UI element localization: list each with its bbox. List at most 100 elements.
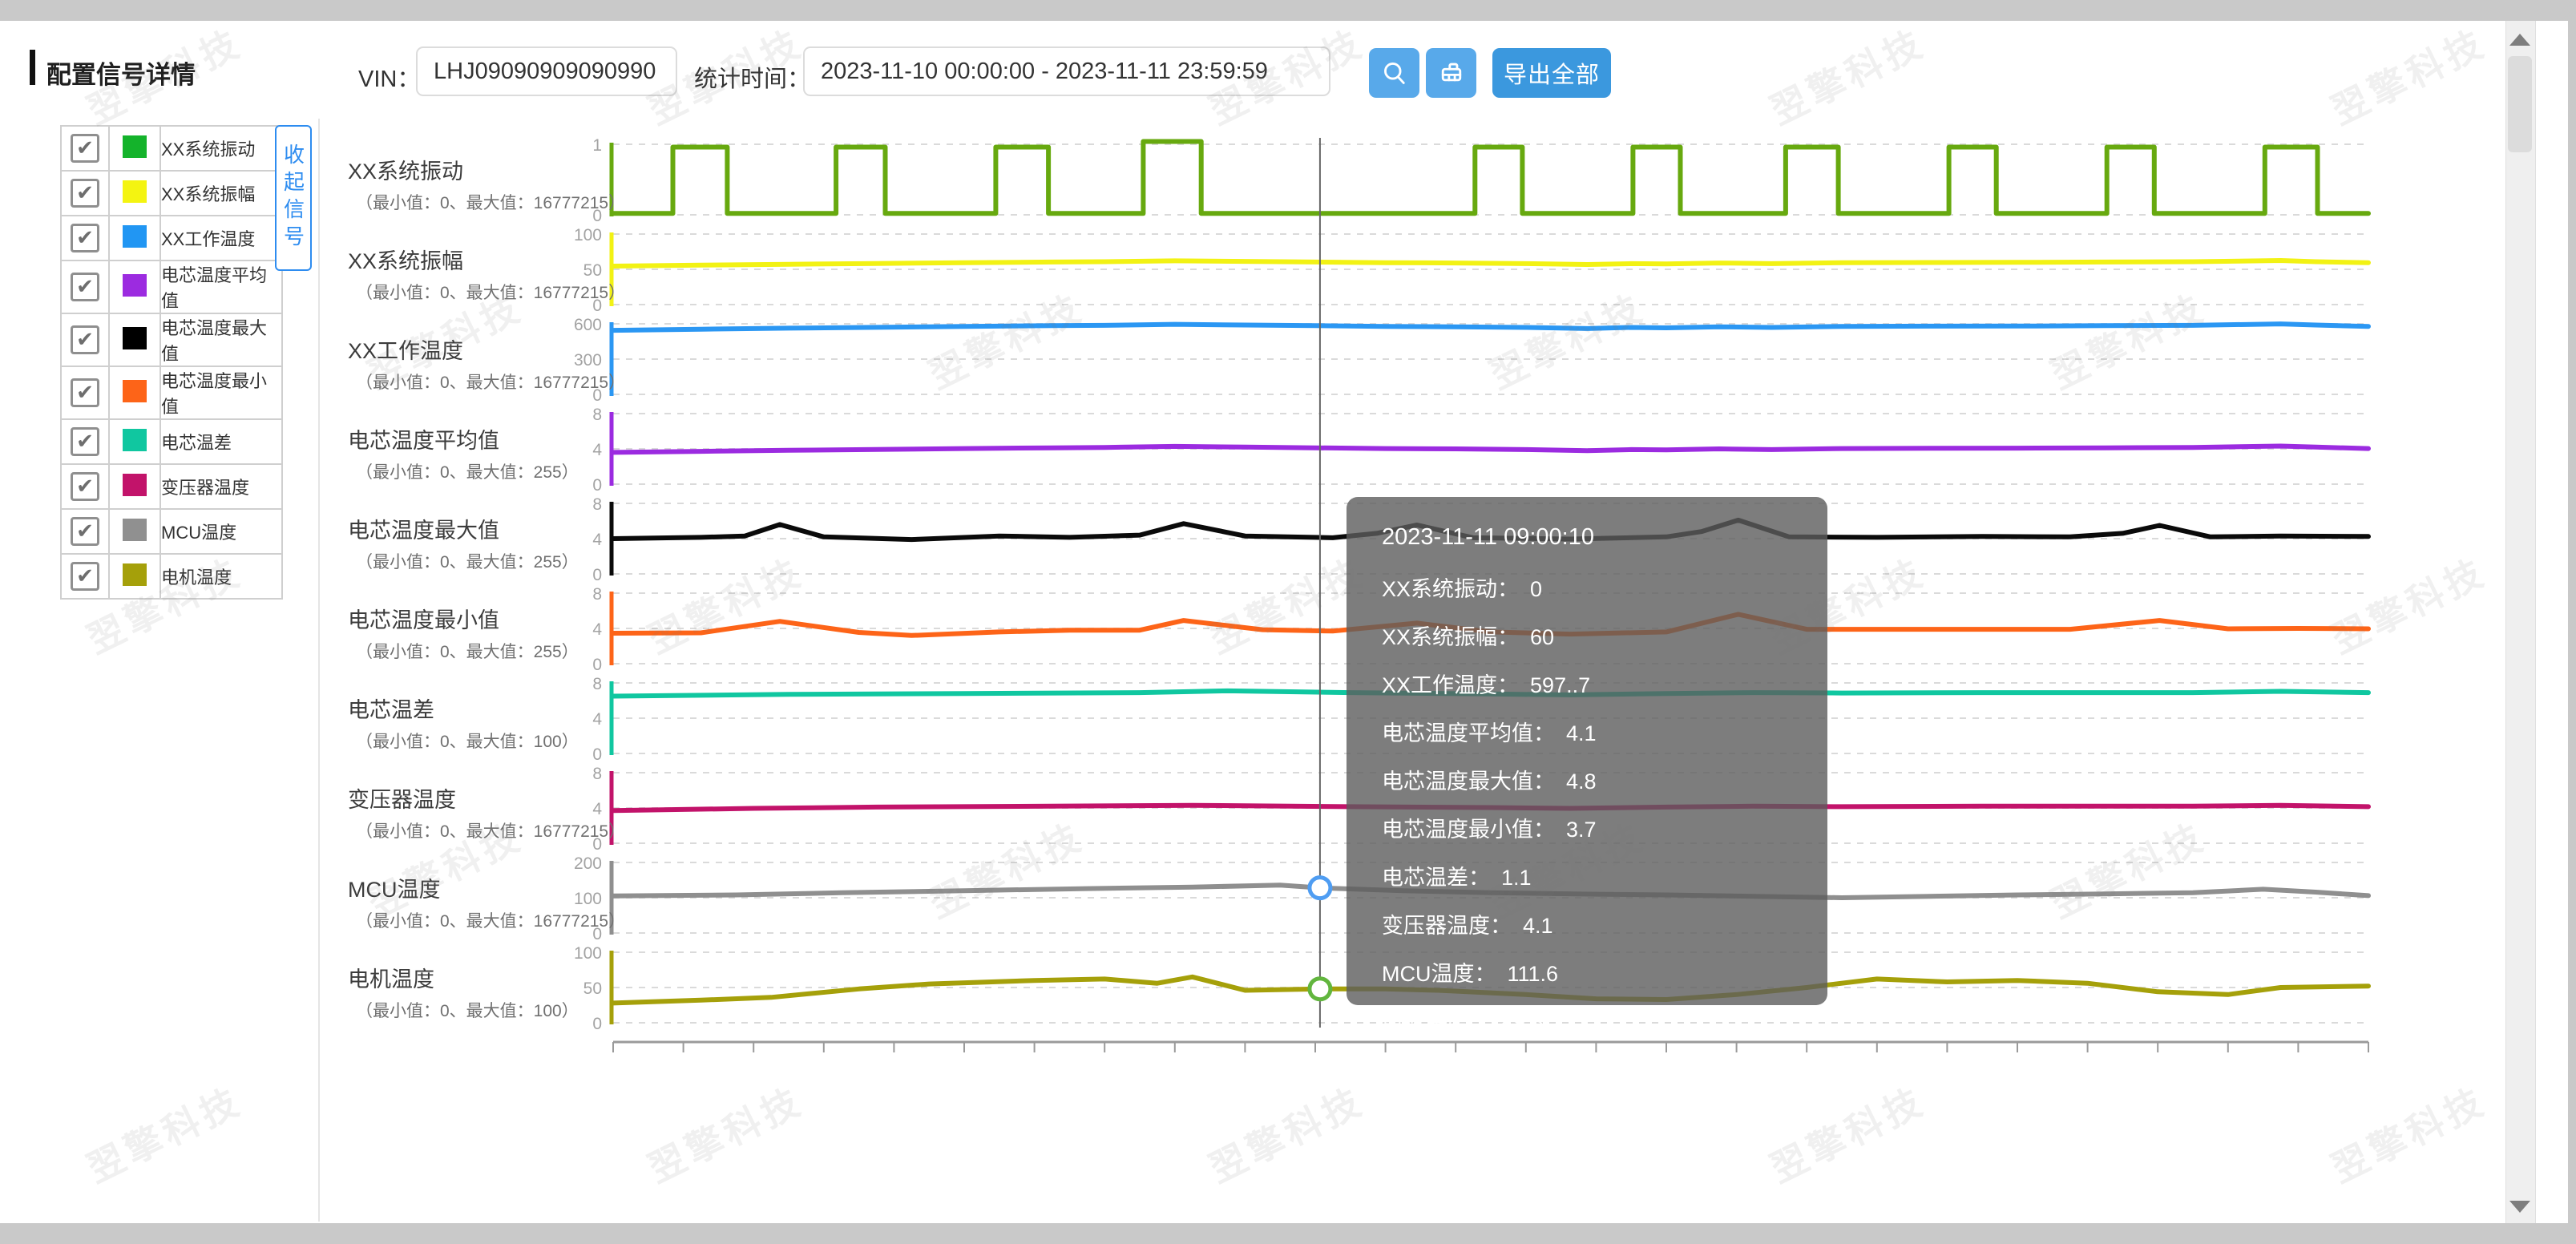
signal-checkbox[interactable]: ✔ (71, 224, 99, 252)
chart-row-label: 电芯温差（最小值：0、最大值：100） (348, 693, 612, 753)
signal-color-swatch (123, 180, 147, 203)
axis-tick-label: 1 (592, 136, 602, 155)
axis-tick-label: 600 (574, 316, 602, 334)
tooltip-row: 电芯温度最小值： 3.7 (1382, 812, 1792, 843)
axis-tick-label: 8 (592, 406, 602, 424)
chart-title: 电芯温度平均值 (348, 423, 612, 454)
check-icon: ✔ (76, 137, 94, 158)
axis-tick-label: 200 (574, 854, 602, 873)
chart-range-note: （最小值：0、最大值：100） (348, 998, 612, 1022)
check-icon: ✔ (76, 430, 94, 451)
check-icon: ✔ (76, 520, 94, 541)
signal-checkbox[interactable]: ✔ (71, 179, 99, 208)
series-line (613, 142, 2368, 214)
chart-title: 电芯温度最大值 (348, 513, 612, 544)
window-top-edge (0, 0, 2576, 21)
tooltip-label: 电芯温度最大值： (1382, 769, 1555, 794)
tooltip-value: 60 (1530, 625, 1554, 649)
chart-row-label: 电芯温度平均值（最小值：0、最大值：255） (348, 423, 612, 483)
signal-row: ✔ 电芯温度最大值 (61, 313, 282, 366)
tooltip-row: 变压器温度：4.1 (1382, 908, 1792, 939)
tooltip-label: XX系统振幅： (1382, 625, 1519, 649)
check-icon: ✔ (76, 276, 94, 297)
tooltip-row: MCU温度：111.6 (1382, 956, 1792, 988)
chart-title: XX工作温度 (348, 333, 612, 365)
chart-range-note: （最小值：0、最大值：16777215） (348, 370, 612, 394)
signal-row: ✔ 电芯温差 (61, 419, 282, 464)
signal-name: 变压器温度 (160, 464, 282, 509)
signal-checkbox[interactable]: ✔ (71, 427, 99, 456)
chart-row-label: 电芯温度最小值 （最小值：0、最大值：255） (348, 603, 612, 663)
axis-tick-label: 8 (592, 495, 602, 514)
signal-checkbox[interactable]: ✔ (71, 325, 99, 354)
signal-checkbox[interactable]: ✔ (71, 273, 99, 301)
signal-name: 电芯温度平均值 (160, 261, 282, 313)
hover-marker-ring (1310, 979, 1330, 1000)
tooltip-row: XX工作温度：597..7 (1382, 668, 1792, 699)
chart-range-note: （最小值：0、最大值：100） (348, 729, 612, 753)
signal-checkbox[interactable]: ✔ (71, 472, 99, 501)
tooltip-value: 3.7 (1566, 818, 1597, 842)
signal-name: XX系统振幅 (160, 171, 282, 216)
signal-color-swatch (123, 474, 147, 496)
tooltip-value: 4.8 (1566, 769, 1597, 794)
tooltip-timestamp: 2023-11-11 09:00:10 (1382, 524, 1792, 551)
chart-range-note: （最小值：0、最大值：255） (348, 639, 612, 663)
scroll-down-arrow-icon[interactable] (2509, 1201, 2530, 1213)
axis-tick-label: 8 (592, 675, 602, 693)
vertical-scrollbar[interactable] (2505, 21, 2536, 1223)
tooltip-row: 电芯温度最大值： 4.8 (1382, 764, 1792, 795)
chart-range-note: （最小值：0、最大值：16777215） (348, 280, 612, 304)
signal-name: MCU温度 (160, 509, 282, 554)
signal-color-swatch (123, 327, 147, 349)
tooltip-value: 49.8 (1501, 1010, 1544, 1034)
check-icon: ✔ (76, 382, 94, 402)
window-bottom-edge (0, 1223, 2576, 1244)
chart-title: MCU温度 (348, 872, 612, 903)
chart-row-label: XX系统振幅（最小值：0、最大值：16777215） (348, 244, 612, 304)
tooltip-value: 1.1 (1501, 866, 1532, 890)
signal-checkbox[interactable]: ✔ (71, 517, 99, 546)
check-icon: ✔ (76, 475, 94, 496)
check-icon: ✔ (76, 227, 94, 248)
tooltip-row: XX系统振动：0 (1382, 572, 1792, 603)
series-line (613, 324, 2368, 330)
signal-name: XX系统振动 (160, 126, 282, 171)
signal-checkbox[interactable]: ✔ (71, 562, 99, 591)
signal-color-swatch (123, 135, 147, 158)
tooltip-label: 电机温度： (1382, 1010, 1490, 1034)
collapse-signals-button[interactable]: 收起信号 (275, 125, 312, 271)
tooltip-value: 597..7 (1530, 673, 1590, 697)
signal-name: 电芯温度最小值 (160, 366, 282, 419)
check-icon: ✔ (76, 565, 94, 586)
axis-tick-label: 100 (574, 944, 602, 963)
axis-tick-label: 100 (574, 226, 602, 244)
signal-name: 电芯温度最大值 (160, 313, 282, 366)
tooltip-value: 4.1 (1523, 914, 1553, 938)
signal-row: ✔ XX工作温度 (61, 216, 282, 261)
hover-marker-ring (1310, 878, 1330, 899)
check-icon: ✔ (76, 329, 94, 349)
window-right-edge (2568, 0, 2576, 1244)
tooltip-row: 电芯温度平均值：4.1 (1382, 716, 1792, 747)
scroll-up-arrow-icon[interactable] (2509, 34, 2530, 46)
chart-row-label: XX工作温度 （最小值：0、最大值：16777215） (348, 333, 612, 394)
signal-color-swatch (123, 225, 147, 248)
tooltip-label: 电芯温度平均值： (1382, 721, 1555, 745)
tooltip-label: 电芯温差： (1382, 866, 1490, 890)
signal-row: ✔ XX系统振幅 (61, 171, 282, 216)
signal-row: ✔ 变压器温度 (61, 464, 282, 509)
chart-range-note: （最小值：0、最大值：16777215） (348, 190, 612, 214)
signal-row: ✔ MCU温度 (61, 509, 282, 554)
signal-checkbox[interactable]: ✔ (71, 378, 99, 407)
signal-color-swatch (123, 563, 147, 586)
tooltip-row: XX系统振幅： 60 (1382, 620, 1792, 651)
tooltip-row: 电芯温差： 1.1 (1382, 860, 1792, 891)
signal-color-swatch (123, 274, 147, 297)
series-line (613, 446, 2368, 453)
chart-title: 电芯温度最小值 (348, 603, 612, 634)
tooltip-label: 电芯温度最小值： (1382, 818, 1555, 842)
signal-checkbox[interactable]: ✔ (71, 134, 99, 163)
scrollbar-thumb[interactable] (2508, 56, 2532, 152)
signal-name: 电芯温差 (160, 419, 282, 464)
